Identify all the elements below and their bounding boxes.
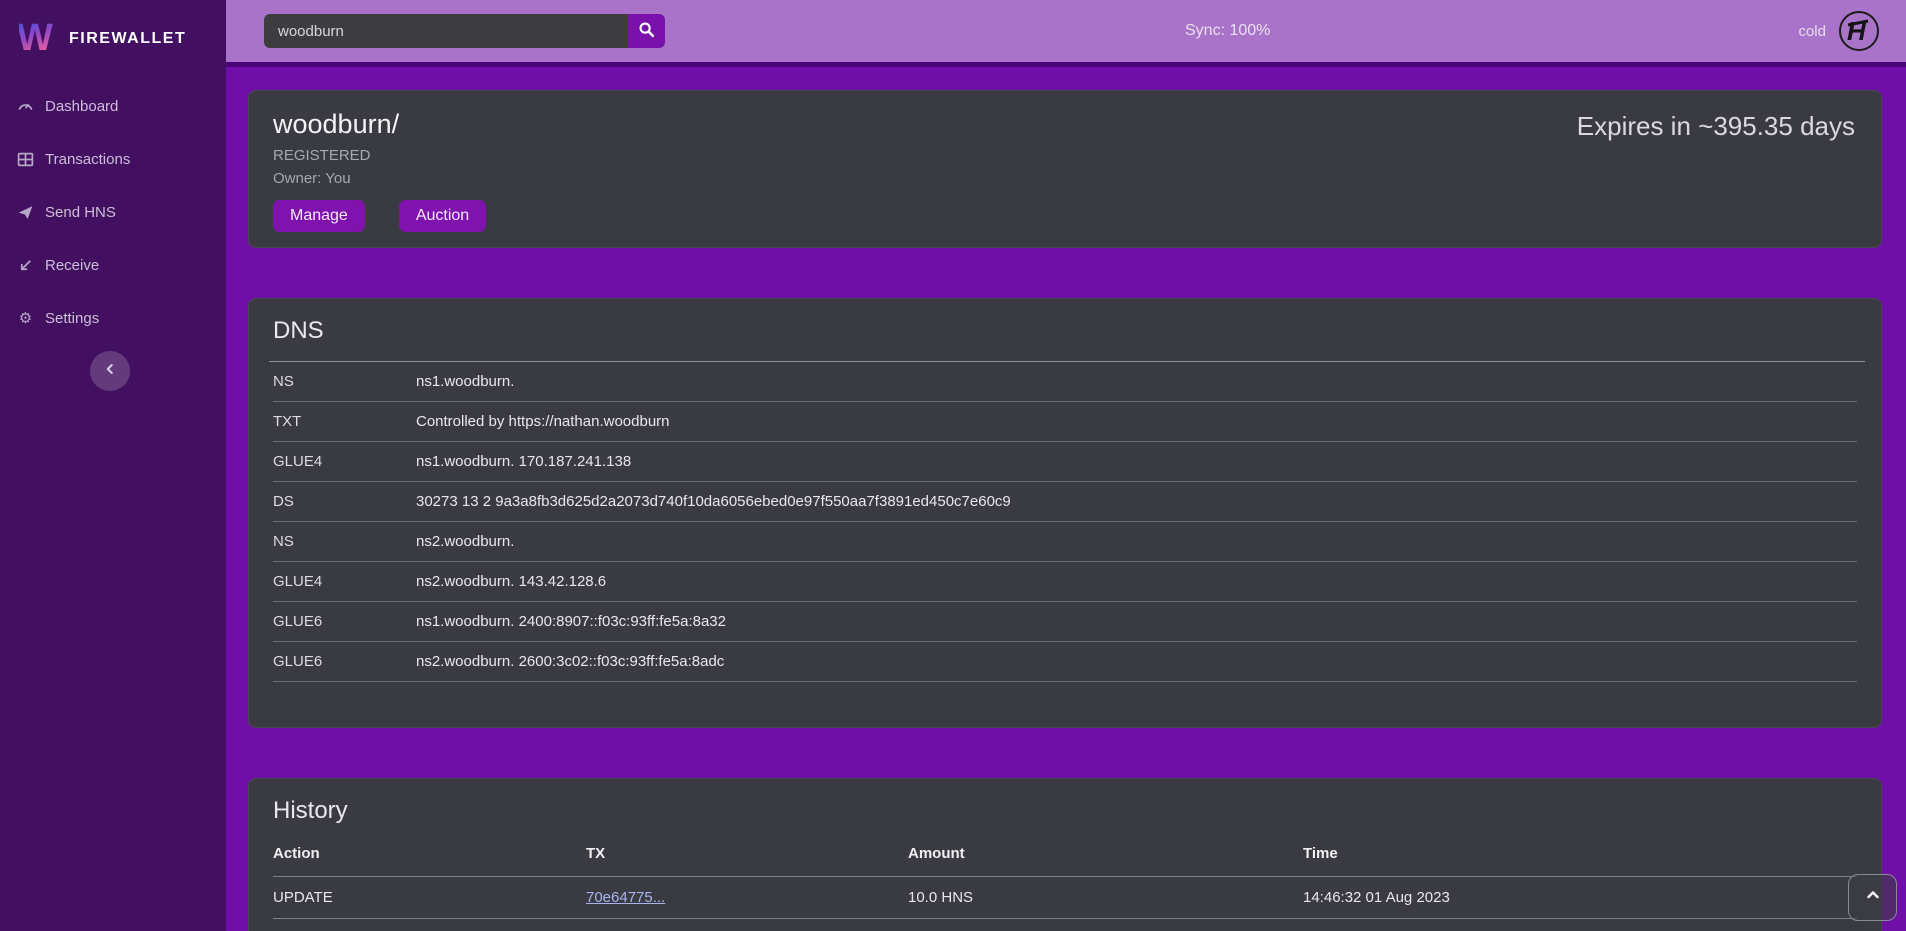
chevron-up-icon — [1865, 887, 1881, 908]
brand: W FIREWALLET — [0, 0, 226, 64]
dns-record-row: GLUE6 ns1.woodburn. 2400:8907::f03c:93ff… — [273, 602, 1857, 642]
manage-button[interactable]: Manage — [273, 200, 365, 232]
dashboard-icon — [17, 98, 34, 115]
search-icon — [638, 21, 655, 41]
sidebar-item-label: Receive — [45, 257, 99, 274]
brand-name: FIREWALLET — [69, 30, 186, 48]
tx-link[interactable]: 70e64775... — [586, 889, 665, 906]
handshake-logo-icon[interactable]: H — [1838, 10, 1880, 52]
history-row: UPDATE 70e64775... 10.0 HNS 14:46:32 01 … — [273, 876, 1857, 918]
search-bar — [264, 14, 665, 48]
sidebar-item-label: Settings — [45, 310, 99, 327]
dns-card: DNS NS ns1.woodburn. TXT Controlled by h… — [248, 298, 1882, 728]
sidebar-item-send-hns[interactable]: Send HNS — [0, 186, 226, 239]
sidebar-item-label: Dashboard — [45, 98, 118, 115]
wallet-name: cold — [1798, 23, 1826, 40]
history-action: UPDATE — [273, 889, 586, 906]
history-header-row: Action TX Amount Time — [273, 825, 1857, 876]
column-header-amount: Amount — [908, 845, 1303, 862]
sidebar-item-label: Send HNS — [45, 204, 116, 221]
sidebar: W FIREWALLET Dashboard Transactions Send… — [0, 0, 226, 931]
dns-record-type: DS — [273, 493, 416, 510]
dns-record-value: ns1.woodburn. 170.187.241.138 — [416, 453, 1857, 470]
chevron-left-icon — [103, 362, 117, 381]
dns-record-value: ns2.woodburn. — [416, 533, 1857, 550]
auction-button[interactable]: Auction — [399, 200, 486, 232]
expires-label: Expires in ~395.35 days — [1577, 111, 1855, 142]
dns-record-type: TXT — [273, 413, 416, 430]
send-paper-plane-icon — [17, 204, 34, 221]
dns-record-row: GLUE6 ns2.woodburn. 2600:3c02::f03c:93ff… — [273, 642, 1857, 682]
topbar: Sync: 100% cold H — [226, 0, 1906, 67]
dns-record-type: GLUE6 — [273, 613, 416, 630]
dns-record-row: NS ns2.woodburn. — [273, 522, 1857, 562]
domain-owner: Owner: You — [273, 170, 1857, 187]
dns-record-value: ns2.woodburn. 2600:3c02::f03c:93ff:fe5a:… — [416, 653, 1857, 670]
dns-record-row: GLUE4 ns1.woodburn. 170.187.241.138 — [273, 442, 1857, 482]
dns-record-value: ns1.woodburn. 2400:8907::f03c:93ff:fe5a:… — [416, 613, 1857, 630]
dns-record-row: NS ns1.woodburn. — [273, 362, 1857, 402]
dns-record-type: GLUE4 — [273, 453, 416, 470]
dns-record-value: ns2.woodburn. 143.42.128.6 — [416, 573, 1857, 590]
wallet-account: cold H — [1798, 10, 1880, 52]
history-card: History Action TX Amount Time UPDATE 70e… — [248, 778, 1882, 931]
transactions-table-icon — [17, 151, 34, 168]
collapse-sidebar-button[interactable] — [90, 351, 130, 391]
domain-status: REGISTERED — [273, 147, 1857, 164]
history-title: History — [273, 797, 1857, 825]
dns-title: DNS — [273, 317, 1857, 345]
dns-record-row: TXT Controlled by https://nathan.woodbur… — [273, 402, 1857, 442]
history-time: 14:46:32 01 Aug 2023 — [1303, 889, 1857, 906]
dns-record-row: DS 30273 13 2 9a3a8fb3d625d2a2073d740f10… — [273, 482, 1857, 522]
main-content: woodburn/ REGISTERED Owner: You Manage A… — [226, 67, 1906, 931]
column-header-action: Action — [273, 845, 586, 862]
dns-record-type: NS — [273, 373, 416, 390]
dns-record-value: Controlled by https://nathan.woodburn — [416, 413, 1857, 430]
column-header-time: Time — [1303, 845, 1857, 862]
search-button[interactable] — [628, 14, 665, 48]
scroll-top-button[interactable] — [1848, 874, 1897, 921]
sync-status: Sync: 100% — [1185, 22, 1270, 40]
dns-record-type: GLUE4 — [273, 573, 416, 590]
sidebar-item-receive[interactable]: Receive — [0, 239, 226, 292]
sidebar-item-transactions[interactable]: Transactions — [0, 133, 226, 186]
dns-record-row: GLUE4 ns2.woodburn. 143.42.128.6 — [273, 562, 1857, 602]
history-amount: 10.0 HNS — [908, 889, 1303, 906]
svg-text:W: W — [19, 17, 53, 56]
gear-icon: ⚙ — [17, 310, 34, 327]
dns-record-value: ns1.woodburn. — [416, 373, 1857, 390]
domain-card: woodburn/ REGISTERED Owner: You Manage A… — [248, 90, 1882, 248]
search-input[interactable] — [264, 14, 628, 48]
sidebar-nav: Dashboard Transactions Send HNS Receive … — [0, 80, 226, 345]
dns-record-type: NS — [273, 533, 416, 550]
history-row: RENEW d73c3e12... 10.0 HNS 15:45:06 07 J… — [273, 918, 1857, 931]
sidebar-item-settings[interactable]: ⚙ Settings — [0, 292, 226, 345]
firewallet-logo-icon: W — [19, 16, 55, 61]
sidebar-item-label: Transactions — [45, 151, 130, 168]
dns-record-value: 30273 13 2 9a3a8fb3d625d2a2073d740f10da6… — [416, 493, 1857, 510]
sidebar-item-dashboard[interactable]: Dashboard — [0, 80, 226, 133]
dns-record-type: GLUE6 — [273, 653, 416, 670]
column-header-tx: TX — [586, 845, 908, 862]
receive-arrow-icon — [17, 257, 34, 274]
